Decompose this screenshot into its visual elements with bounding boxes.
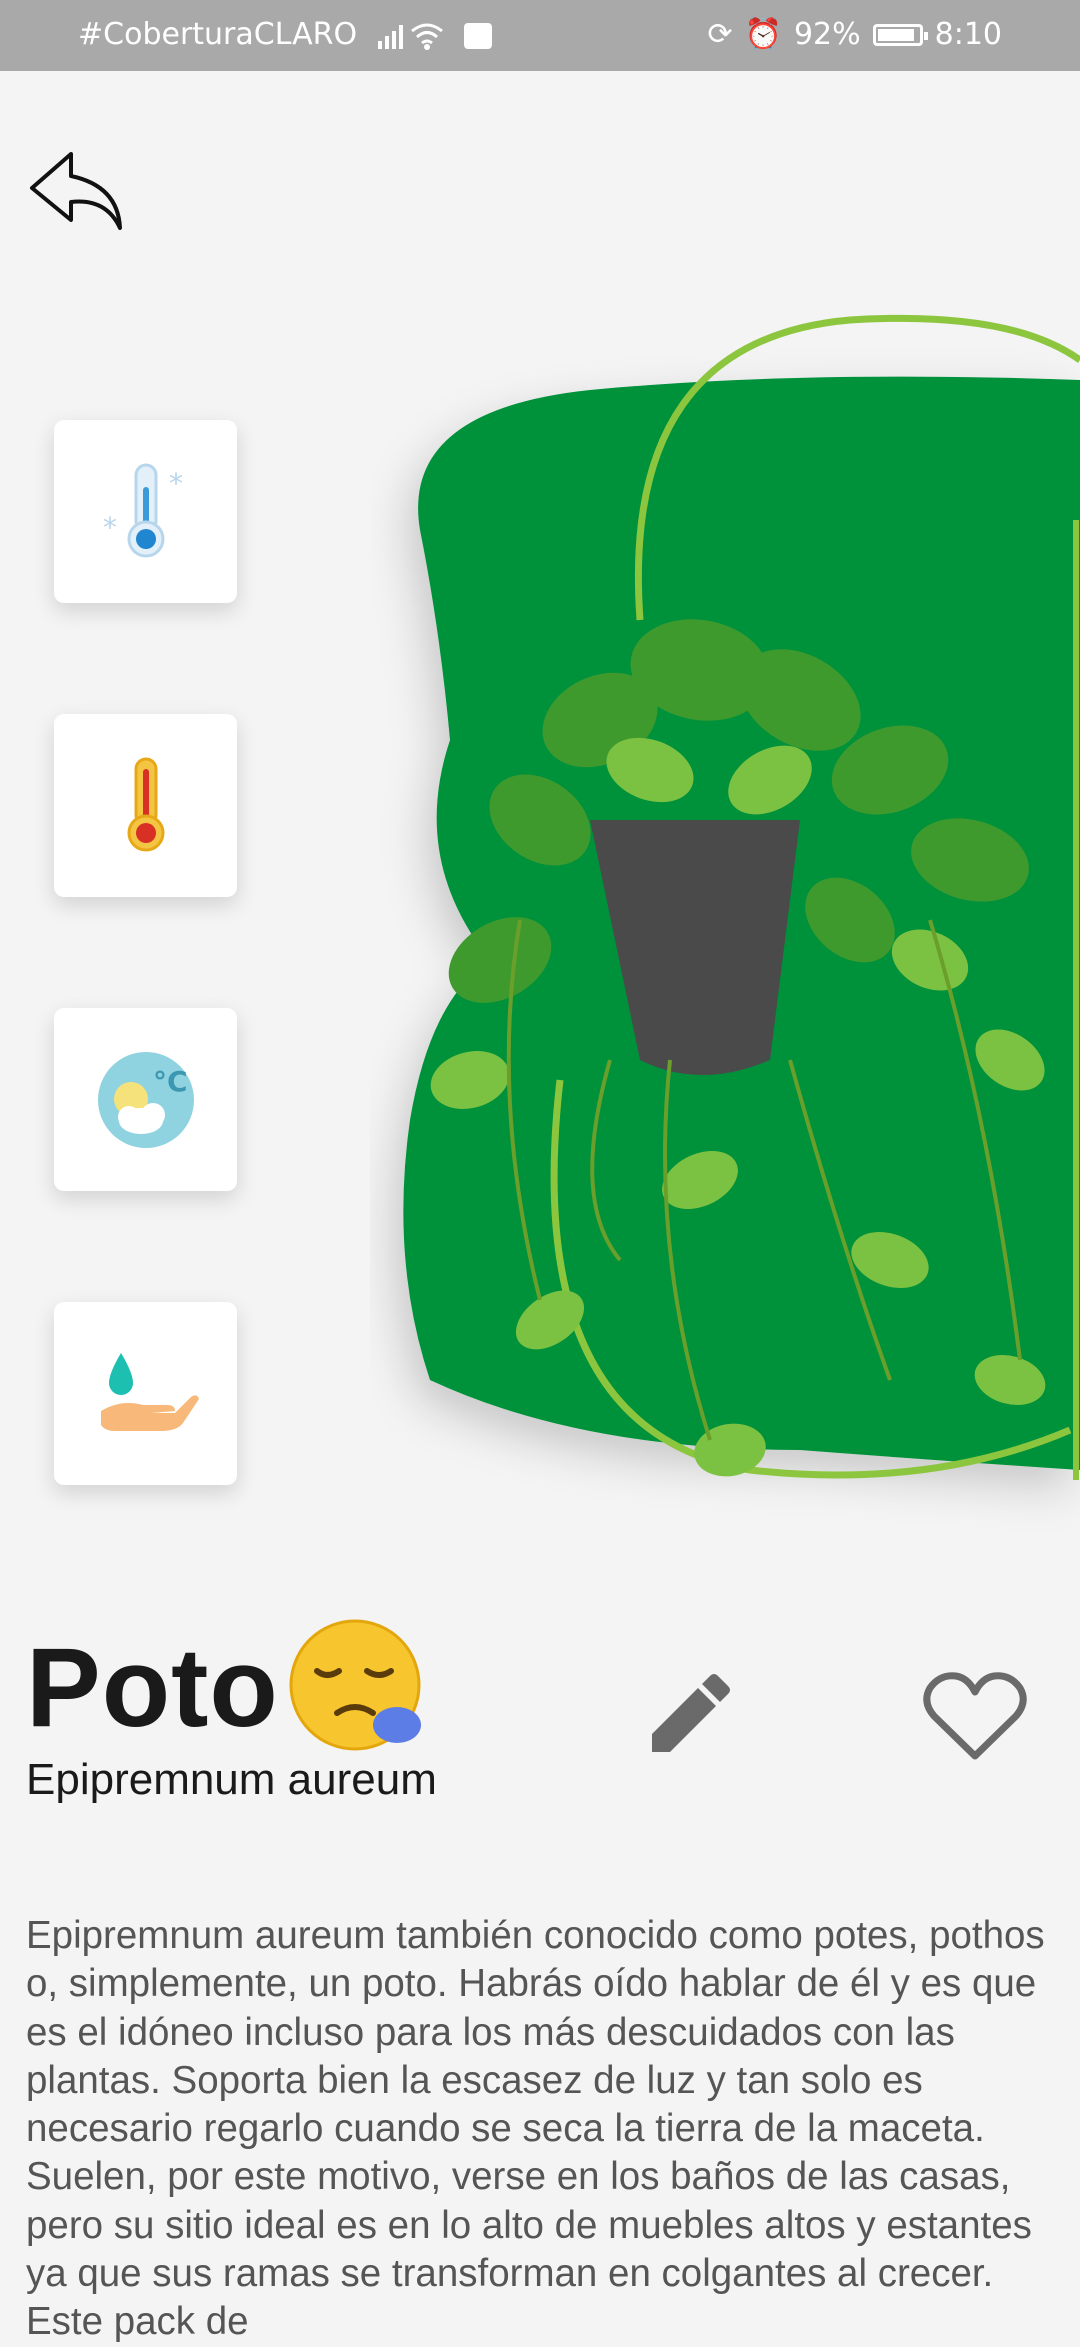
weather-celsius-icon: °C xyxy=(97,1051,194,1148)
svg-text:*: * xyxy=(103,511,117,544)
pencil-icon xyxy=(652,1674,730,1752)
hot-thermometer-icon xyxy=(127,757,164,851)
care-card-heat[interactable] xyxy=(54,714,237,897)
cold-thermometer-icon: * * xyxy=(103,463,183,557)
clock: 8:10 xyxy=(934,17,1002,52)
sleepy-face-icon xyxy=(287,1615,427,1760)
status-bar: #CoberturaCLARO ⟳ ⏰ 92% 8:10 xyxy=(0,0,1080,71)
signal-wifi-icons xyxy=(376,19,496,61)
battery-icon xyxy=(872,23,928,46)
plant-name: Poto xyxy=(26,1625,279,1750)
care-card-climate[interactable]: °C xyxy=(54,1008,237,1191)
edit-button[interactable] xyxy=(640,1668,736,1764)
status-right: ⟳ ⏰ 92% 8:10 xyxy=(707,17,1002,52)
sync-icon: ⟳ xyxy=(707,17,733,52)
back-button[interactable] xyxy=(26,146,126,236)
plant-hero-image xyxy=(370,300,1080,1600)
care-card-watering[interactable] xyxy=(54,1302,237,1485)
heart-outline-icon xyxy=(923,1672,1027,1760)
plant-title-row: Poto xyxy=(26,1615,427,1760)
svg-text:*: * xyxy=(169,467,183,500)
back-arrow-icon xyxy=(30,152,122,230)
svg-text:°C: °C xyxy=(153,1065,188,1098)
favorite-button[interactable] xyxy=(920,1668,1030,1764)
battery-percent: 92% xyxy=(793,17,861,52)
scientific-name: Epipremnum aureum xyxy=(26,1755,437,1804)
alarm-icon: ⏰ xyxy=(744,17,782,52)
care-card-cold[interactable]: * * xyxy=(54,420,237,603)
carrier-label: #CoberturaCLARO xyxy=(78,17,358,52)
plant-description: Epipremnum aureum también conocido como … xyxy=(26,1914,1045,2344)
watering-hand-icon xyxy=(100,1352,199,1431)
